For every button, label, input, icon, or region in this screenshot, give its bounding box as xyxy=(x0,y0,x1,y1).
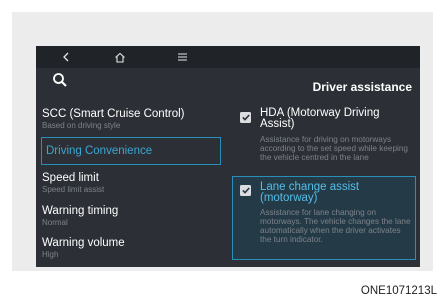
menu-item-label: Warning timing xyxy=(42,205,119,217)
menu-item-sublabel: Based on driving style xyxy=(42,121,121,130)
menu-item-label: Speed limit xyxy=(42,172,99,184)
top-nav-bar xyxy=(36,46,420,68)
checkbox-checked-icon[interactable] xyxy=(240,112,251,123)
menu-icon[interactable] xyxy=(170,48,194,66)
menu-item-label: SCC (Smart Cruise Control) xyxy=(42,108,185,120)
option-label: HDA (Motorway Driving Assist) xyxy=(260,107,380,130)
menu-item-speed-limit[interactable]: Speed limit Speed limit assist xyxy=(42,172,222,195)
option-hda[interactable]: HDA (Motorway Driving Assist) Assistance… xyxy=(236,107,414,172)
option-label: Lane change assist (motorway) xyxy=(260,181,360,204)
menu-item-label: Driving Convenience xyxy=(46,145,153,157)
menu-item-sublabel: Speed limit assist xyxy=(42,185,105,194)
option-description: Assistance for driving on motorways acco… xyxy=(260,135,408,162)
menu-item-sublabel: High xyxy=(42,250,59,259)
option-lane-change-assist[interactable]: Lane change assist (motorway) Assistance… xyxy=(232,176,416,260)
menu-item-driving-convenience[interactable]: Driving Convenience xyxy=(41,137,221,165)
option-description: Assistance for lane changing on motorway… xyxy=(260,208,411,244)
menu-item-label: Warning volume xyxy=(42,237,125,249)
figure-caption: ONE1071213L xyxy=(360,285,437,297)
menu-item-warning-timing[interactable]: Warning timing Normal xyxy=(42,205,222,228)
menu-item-sublabel: Normal xyxy=(42,218,68,227)
infotainment-screen: Driver assistance SCC (Smart Cruise Cont… xyxy=(36,46,420,267)
menu-item-warning-volume[interactable]: Warning volume High xyxy=(42,237,222,260)
page-title: Driver assistance xyxy=(312,80,412,94)
search-icon[interactable] xyxy=(52,72,74,92)
home-icon[interactable] xyxy=(108,48,132,66)
chevron-left-icon[interactable] xyxy=(54,48,78,66)
menu-item-scc[interactable]: SCC (Smart Cruise Control) Based on driv… xyxy=(42,108,222,131)
checkbox-checked-icon[interactable] xyxy=(240,185,251,196)
